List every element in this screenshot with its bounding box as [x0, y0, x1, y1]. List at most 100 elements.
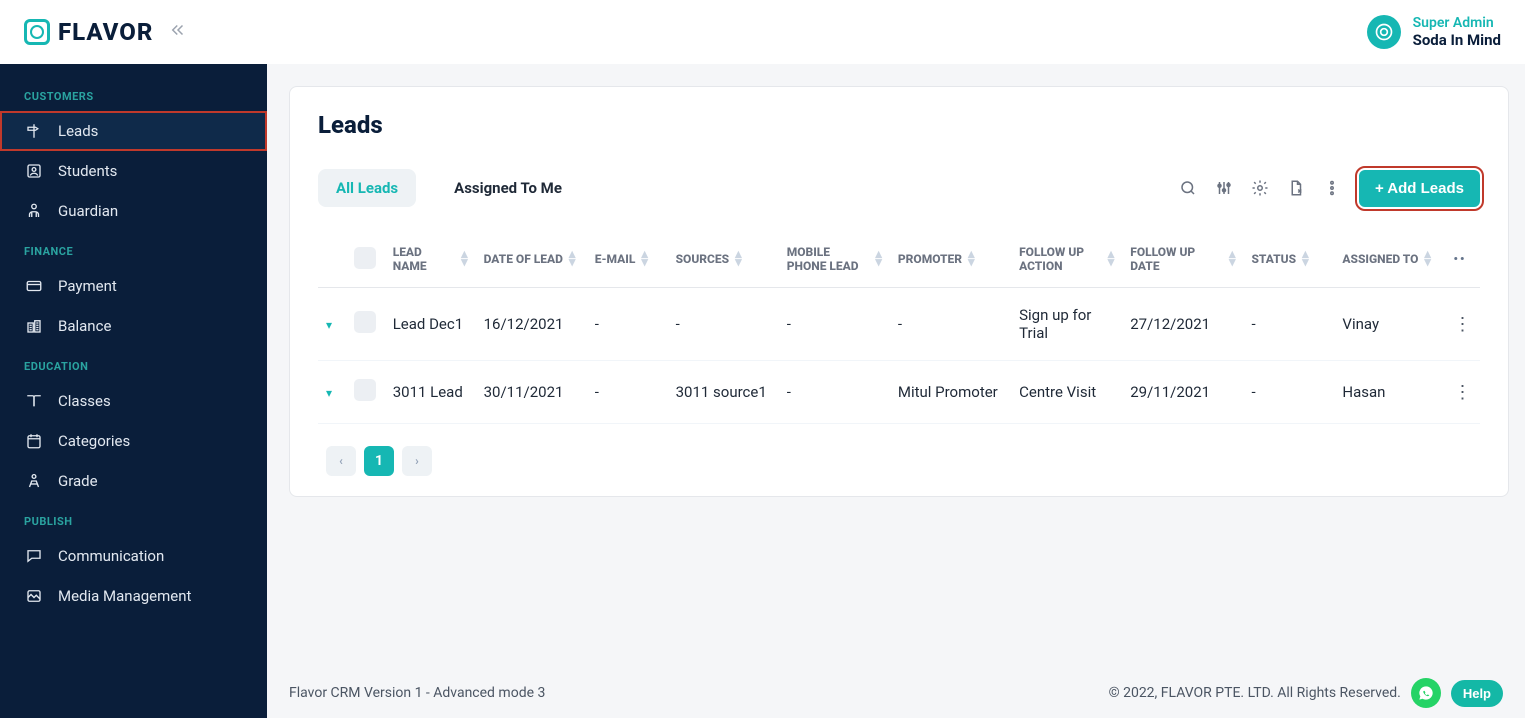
- sort-icon[interactable]: [1229, 251, 1236, 267]
- cell-promoter: Mitul Promoter: [898, 383, 998, 401]
- sidebar-item-label: Balance: [58, 317, 111, 335]
- cell-assigned-to: Vinay: [1342, 315, 1379, 333]
- chat-icon: [24, 547, 44, 565]
- cell-follow-up-date: 29/11/2021: [1130, 383, 1210, 401]
- th-date-of-lead[interactable]: DATE OF LEAD: [484, 252, 563, 266]
- whatsapp-icon[interactable]: [1411, 678, 1441, 708]
- search-icon[interactable]: [1179, 179, 1197, 197]
- horizontal-scroll-icon[interactable]: ••: [1454, 252, 1467, 266]
- sidebar-item-label: Media Management: [58, 587, 191, 605]
- th-lead-name[interactable]: LEAD NAME: [393, 245, 455, 273]
- th-promoter[interactable]: PROMOTER: [898, 252, 962, 266]
- export-icon[interactable]: [1287, 179, 1305, 197]
- user-box-icon: [24, 162, 44, 180]
- sidebar-item-label: Leads: [58, 122, 98, 140]
- tab-all-leads[interactable]: All Leads: [318, 169, 416, 207]
- leads-card: Leads All Leads Assigned To Me: [289, 86, 1509, 497]
- cell-mobile-phone-lead: -: [787, 315, 791, 333]
- sidebar: CUSTOMERS Leads Students Guardian FINANC…: [0, 64, 267, 718]
- cell-status: -: [1251, 315, 1255, 333]
- tab-assigned-to-me[interactable]: Assigned To Me: [436, 169, 580, 207]
- footer-version: Flavor CRM Version 1 - Advanced mode 3: [289, 685, 545, 701]
- footer: Flavor CRM Version 1 - Advanced mode 3 ©…: [267, 668, 1525, 718]
- row-checkbox[interactable]: [354, 311, 376, 333]
- sidebar-item-communication[interactable]: Communication: [0, 536, 267, 576]
- sort-icon[interactable]: [641, 251, 648, 267]
- sort-icon[interactable]: [569, 251, 576, 267]
- sidebar-section-education: EDUCATION: [0, 346, 267, 381]
- gear-icon[interactable]: [1251, 179, 1269, 197]
- table-row: ▾ Lead Dec1 16/12/2021 - - - - Sign up f…: [318, 288, 1480, 361]
- cell-date-of-lead: 16/12/2021: [484, 315, 564, 333]
- pagination-page-1[interactable]: 1: [364, 446, 394, 476]
- brand-logo-icon: [24, 19, 50, 45]
- th-follow-up-date[interactable]: FOLLOW UP DATE: [1130, 245, 1223, 273]
- select-all-checkbox[interactable]: [354, 247, 376, 269]
- cell-sources: -: [676, 315, 680, 333]
- pagination-prev[interactable]: ‹: [326, 446, 356, 476]
- sidebar-item-media-management[interactable]: Media Management: [0, 576, 267, 616]
- sort-icon[interactable]: [1424, 251, 1431, 267]
- chevron-down-icon[interactable]: ▾: [326, 318, 332, 332]
- sidebar-item-label: Guardian: [58, 202, 118, 220]
- cell-lead-name: Lead Dec1: [393, 315, 463, 333]
- footer-copyright: © 2022, FLAVOR PTE. LTD. All Rights Rese…: [1109, 685, 1401, 701]
- top-header: FLAVOR Super Admin Soda In Mind: [0, 0, 1525, 64]
- table-row: ▾ 3011 Lead 30/11/2021 - 3011 source1 - …: [318, 361, 1480, 424]
- sidebar-item-grade[interactable]: Grade: [0, 461, 267, 501]
- sidebar-collapse-icon[interactable]: [169, 21, 187, 44]
- sort-icon[interactable]: [735, 251, 742, 267]
- row-actions-icon[interactable]: ⋮: [1454, 382, 1472, 403]
- more-vertical-icon[interactable]: [1323, 179, 1341, 197]
- book-open-icon: [24, 392, 44, 410]
- chevron-down-icon[interactable]: ▾: [326, 386, 332, 400]
- grade-icon: [24, 472, 44, 490]
- sidebar-item-balance[interactable]: Balance: [0, 306, 267, 346]
- sidebar-item-label: Classes: [58, 392, 111, 410]
- sort-icon[interactable]: [968, 251, 975, 267]
- row-checkbox[interactable]: [354, 379, 376, 401]
- main-content: Leads All Leads Assigned To Me: [267, 64, 1525, 718]
- th-mobile-phone-lead[interactable]: MOBILE PHONE LEAD: [787, 245, 870, 273]
- leads-table: LEAD NAME DATE OF LEAD E-MAIL SOURCES MO…: [318, 231, 1480, 424]
- cell-date-of-lead: 30/11/2021: [484, 383, 564, 401]
- user-info: Super Admin Soda In Mind: [1413, 15, 1501, 50]
- sort-icon[interactable]: [1302, 251, 1309, 267]
- add-leads-button[interactable]: + Add Leads: [1359, 170, 1480, 207]
- sidebar-item-label: Communication: [58, 547, 164, 565]
- sidebar-item-classes[interactable]: Classes: [0, 381, 267, 421]
- sort-icon[interactable]: [1108, 251, 1115, 267]
- cell-email: -: [595, 383, 599, 401]
- th-assigned-to[interactable]: ASSIGNED TO: [1342, 252, 1418, 266]
- sidebar-item-label: Grade: [58, 472, 98, 490]
- brand-logo[interactable]: FLAVOR: [24, 18, 153, 46]
- sidebar-item-payment[interactable]: Payment: [0, 266, 267, 306]
- th-sources[interactable]: SOURCES: [676, 252, 729, 266]
- sort-icon[interactable]: [875, 251, 882, 267]
- th-follow-up-action[interactable]: FOLLOW UP ACTION: [1019, 245, 1102, 273]
- th-status[interactable]: STATUS: [1251, 252, 1296, 266]
- cell-follow-up-date: 27/12/2021: [1130, 315, 1210, 333]
- sidebar-section-finance: FINANCE: [0, 231, 267, 266]
- row-actions-icon[interactable]: ⋮: [1454, 314, 1472, 335]
- cell-assigned-to: Hasan: [1342, 383, 1385, 401]
- sort-icon[interactable]: [461, 251, 468, 267]
- cell-mobile-phone-lead: -: [787, 383, 791, 401]
- sidebar-item-students[interactable]: Students: [0, 151, 267, 191]
- sliders-icon[interactable]: [1215, 179, 1233, 197]
- buildings-icon: [24, 317, 44, 335]
- signpost-icon: [24, 122, 44, 140]
- sidebar-item-leads[interactable]: Leads: [0, 111, 267, 151]
- help-button[interactable]: Help: [1451, 680, 1503, 707]
- guardian-icon: [24, 202, 44, 220]
- sidebar-section-customers: CUSTOMERS: [0, 76, 267, 111]
- cell-lead-name: 3011 Lead: [393, 383, 463, 401]
- th-email[interactable]: E-MAIL: [595, 252, 636, 266]
- pagination-next[interactable]: ›: [402, 446, 432, 476]
- cell-follow-up-action: Sign up for Trial: [1019, 306, 1091, 342]
- sidebar-item-categories[interactable]: Categories: [0, 421, 267, 461]
- cell-follow-up-action: Centre Visit: [1019, 383, 1096, 401]
- cell-sources: 3011 source1: [676, 383, 767, 401]
- avatar[interactable]: [1367, 15, 1401, 49]
- sidebar-item-guardian[interactable]: Guardian: [0, 191, 267, 231]
